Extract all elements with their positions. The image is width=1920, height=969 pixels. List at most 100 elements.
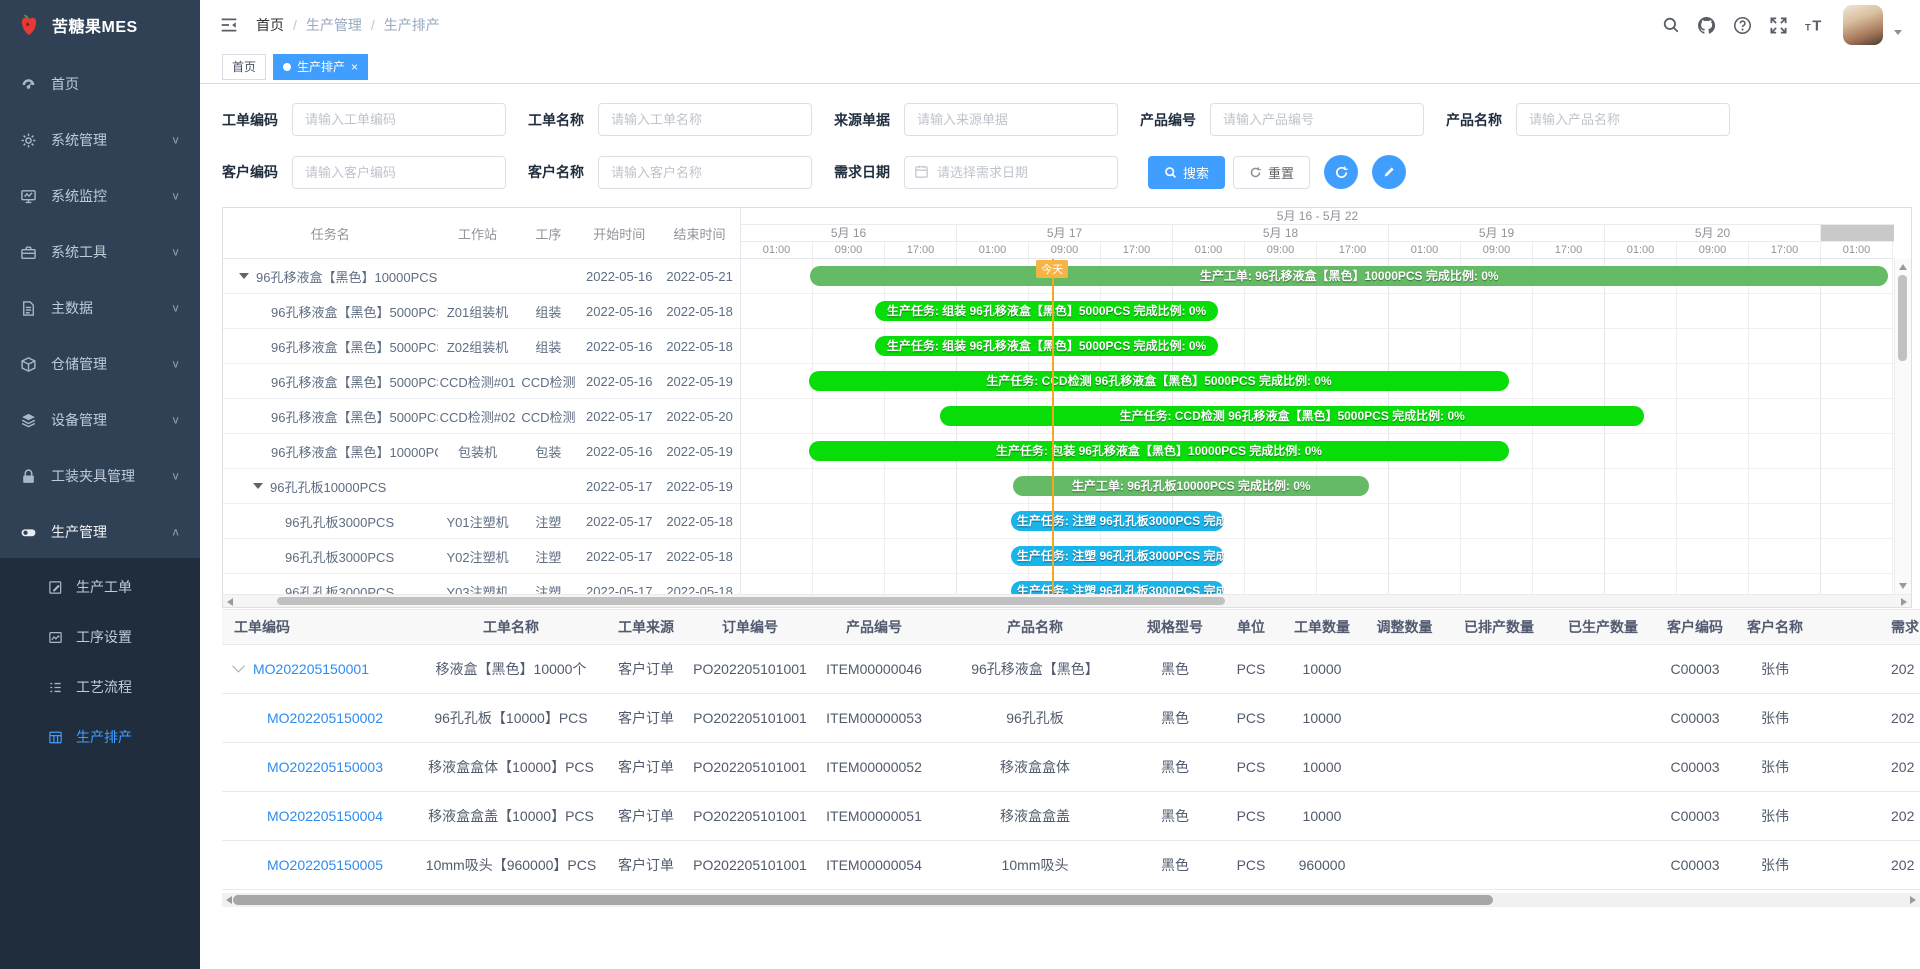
app-title: 苦糖果MES [52,13,138,37]
gantt-bar-task[interactable]: 生产任务: 组装 96孔移液盒【黑色】5000PCS 完成比例: 0% [875,301,1219,321]
scroll-right-arrow-icon[interactable] [1901,598,1907,606]
customer-name-input[interactable] [598,156,812,189]
hour-label: 01:00 [957,242,1029,258]
fullscreen-icon[interactable] [1769,16,1788,35]
breadcrumb-home[interactable]: 首页 [256,15,284,35]
search-icon[interactable] [1662,16,1680,34]
gantt-vertical-scrollbar[interactable] [1894,259,1911,594]
customer-code-input[interactable] [292,156,506,189]
scroll-left-arrow-icon[interactable] [227,598,233,606]
breadcrumb-production-mgmt[interactable]: 生产管理 [306,15,362,35]
collapse-caret-icon[interactable] [239,273,249,279]
sidebar-item-system-tools[interactable]: 系统工具 ∨ [0,224,200,280]
gear-icon [20,132,37,149]
close-tab-icon[interactable]: × [351,61,358,73]
gantt-bar-task[interactable]: 生产任务: CCD检测 96孔移液盒【黑色】5000PCS 完成比例: 0% [809,371,1509,391]
gantt-bar-task[interactable]: 生产任务: 包装 96孔移液盒【黑色】10000PCS 完成比例: 0% [809,441,1509,461]
task-end: 2022-05-18 [659,304,740,319]
scrollbar-thumb[interactable] [1898,275,1907,361]
gantt-row[interactable]: 96孔孔板10000PCS 2022-05-17 2022-05-19 [223,469,740,504]
table-row[interactable]: MO202205150002 96孔孔板【10000】PCS 客户订单 PO20… [222,694,1920,743]
gantt-bar-task[interactable]: 生产任务: CCD检测 96孔移液盒【黑色】5000PCS 完成比例: 0% [940,406,1643,426]
table-row[interactable]: MO202205150003 移液盒盒体【10000】PCS 客户订单 PO20… [222,743,1920,792]
collapse-caret-icon[interactable] [253,483,263,489]
task-start: 2022-05-17 [579,409,659,424]
work-order-link[interactable]: MO202205150002 [267,710,383,726]
scroll-right-arrow-icon[interactable] [1910,896,1916,904]
gantt-row[interactable]: 96孔移液盒【黑色】5000PCS Z01组装机 组装 2022-05-16 2… [223,294,740,329]
scrollbar-thumb[interactable] [233,895,1493,905]
gantt-bar-work-order[interactable]: 生产工单: 96孔移液盒【黑色】10000PCS 完成比例: 0% [810,266,1888,286]
col-workstation: 工作站 [438,224,518,243]
table-horizontal-scrollbar[interactable] [222,893,1920,907]
work-order-link[interactable]: MO202205150003 [267,759,383,775]
work-order-name-input[interactable] [598,103,812,136]
gantt-row[interactable]: 96孔孔板3000PCS Y02注塑机 注塑 2022-05-17 2022-0… [223,539,740,574]
sidebar-item-fixture-mgmt[interactable]: 工装夹具管理 ∨ [0,448,200,504]
gantt-bar-task[interactable]: 生产任务: 组装 96孔移液盒【黑色】5000PCS 完成比例: 0% [875,336,1219,356]
cell-work-order-source: 客户订单 [600,757,692,777]
work-order-link[interactable]: MO202205150005 [267,857,383,873]
sidebar-item-system-monitor[interactable]: 系统监控 ∨ [0,168,200,224]
reset-button[interactable]: 重置 [1233,156,1310,189]
sidebar-item-equipment-mgmt[interactable]: 设备管理 ∨ [0,392,200,448]
table-row[interactable]: MO202205150001 移液盒【黑色】10000个 客户订单 PO2022… [222,645,1920,694]
tab-home[interactable]: 首页 [222,54,266,80]
gantt-bar-task[interactable]: 生产任务: 注塑 96孔孔板3000PCS 完成比例: 0% [1011,546,1224,566]
task-name: 96孔移液盒【黑色】10000PCS [256,267,437,286]
sidebar-item-system-mgmt[interactable]: 系统管理 ∨ [0,112,200,168]
submenu-item-production-scheduling[interactable]: 生产排产 [0,712,200,762]
scroll-left-arrow-icon[interactable] [226,896,232,904]
gantt-row[interactable]: 96孔移液盒【黑色】10000PCS 包装机 包装 2022-05-16 202… [223,434,740,469]
task-start: 2022-05-17 [579,479,659,494]
work-order-link[interactable]: MO202205150001 [253,661,369,677]
gantt-row[interactable]: 96孔移液盒【黑色】5000PCS Z02组装机 组装 2022-05-16 2… [223,329,740,364]
gantt-row[interactable]: 96孔移液盒【黑色】5000PCS CCD检测#01 CCD检测 2022-05… [223,364,740,399]
user-avatar[interactable] [1843,5,1883,45]
scroll-down-arrow-icon[interactable] [1899,583,1907,589]
gantt-row[interactable]: 96孔移液盒【黑色】5000PCS CCD检测#02 CCD检测 2022-05… [223,399,740,434]
refresh-button[interactable] [1324,155,1358,189]
edit-button[interactable] [1372,155,1406,189]
product-code-input[interactable] [1210,103,1424,136]
sidebar-collapse-icon[interactable] [220,16,238,34]
search-button[interactable]: 搜索 [1148,156,1225,189]
scroll-up-arrow-icon[interactable] [1899,264,1907,270]
gantt-bar-work-order[interactable]: 生产工单: 96孔孔板10000PCS 完成比例: 0% [1013,476,1369,496]
submenu-item-routing[interactable]: 工艺流程 [0,662,200,712]
demand-date-input[interactable] [904,156,1118,189]
task-workstation: CCD检测#01 [438,372,518,391]
work-order-link[interactable]: MO202205150004 [267,808,383,824]
tab-production-scheduling[interactable]: 生产排产 × [273,54,368,80]
github-icon[interactable] [1697,16,1716,35]
gantt-row[interactable]: 96孔移液盒【黑色】10000PCS 2022-05-16 2022-05-21 [223,259,740,294]
gantt-horizontal-scrollbar[interactable] [223,594,1911,607]
product-name-input[interactable] [1516,103,1730,136]
today-marker-label: 今天 [1036,260,1068,278]
gantt-row[interactable]: 96孔孔板3000PCS Y01注塑机 注塑 2022-05-17 2022-0… [223,504,740,539]
table-row[interactable]: MO202205150004 移液盒盒盖【10000】PCS 客户订单 PO20… [222,792,1920,841]
source-doc-input[interactable] [904,103,1118,136]
sidebar-item-master-data[interactable]: 主数据 ∨ [0,280,200,336]
submenu-item-process-settings[interactable]: 工序设置 [0,612,200,662]
sidebar-item-label: 系统监控 [51,186,107,206]
gantt-bar-task[interactable]: 生产任务: 注塑 96孔孔板3000PCS 完成比例: 0% [1011,511,1224,531]
app-logo[interactable]: 苦糖果MES [0,0,200,50]
gantt-bar-task[interactable]: 生产任务: 注塑 96孔孔板3000PCS 完成比例: 0% [1011,581,1224,594]
hour-label: 09:00 [1461,242,1533,258]
user-menu-caret-icon[interactable] [1894,30,1902,35]
scrollbar-thumb[interactable] [277,597,1225,605]
sidebar-item-home[interactable]: 首页 [0,56,200,112]
help-icon[interactable] [1733,16,1752,35]
sidebar-item-production-mgmt[interactable]: 生产管理 ∧ [0,504,200,560]
gantt-row[interactable]: 96孔孔板3000PCS Y03注塑机 注塑 2022-05-17 2022-0… [223,574,740,594]
cell-spec-model: 黑色 [1130,757,1220,777]
submenu-item-work-orders[interactable]: 生产工单 [0,562,200,612]
work-order-code-input[interactable] [292,103,506,136]
expand-caret-icon[interactable] [232,661,245,672]
task-process: CCD检测 [517,372,579,391]
table-row[interactable]: MO202205150005 10mm吸头【960000】PCS 客户订单 PO… [222,841,1920,890]
header-work-order-code: 工单编码 [222,617,422,637]
font-size-icon[interactable]: TT [1805,16,1826,35]
sidebar-item-warehouse-mgmt[interactable]: 仓储管理 ∨ [0,336,200,392]
